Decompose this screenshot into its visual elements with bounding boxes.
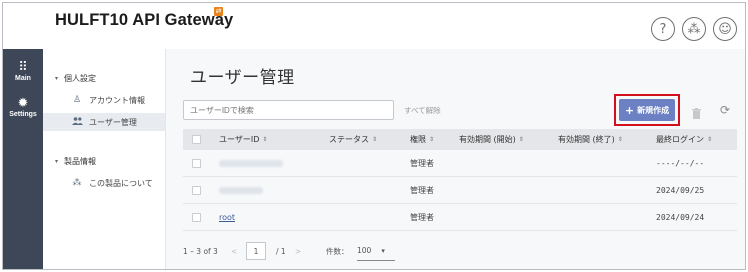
rail-item-settings[interactable]: ✹ Settings <box>3 97 43 118</box>
rail-item-label: Main <box>15 75 31 82</box>
nav-section-personal[interactable]: ▾ 個人設定 <box>55 73 96 84</box>
last-login-cell: 2024/09/25 <box>656 185 705 195</box>
nav-item-account-info[interactable]: ♙ アカウント情報 <box>43 91 165 109</box>
nav-item-label: アカウント情報 <box>89 95 145 105</box>
create-new-button[interactable]: + 新規作成 <box>619 99 675 121</box>
next-page-icon[interactable]: > <box>295 241 301 261</box>
user-icon[interactable]: ☺ <box>713 17 737 41</box>
app-title: HULFT10 API Gateway <box>55 11 234 29</box>
page-range: 1 – 3 of 3 <box>183 246 218 256</box>
app-header: HULFT10 API Gateway ⇄ ? ⁂ ☺ <box>3 3 745 49</box>
row-checkbox[interactable] <box>192 158 201 168</box>
users-icon <box>71 116 83 128</box>
page-size-select[interactable]: 100 ▾ <box>357 241 395 261</box>
settings-nav: ▾ 個人設定 ♙ アカウント情報 ユーザー管理 ▾ 製品情報 ⁂ この製品につい… <box>43 49 166 269</box>
left-rail: ⠿ Main ✹ Settings <box>3 49 43 269</box>
last-login-cell: ----/--/-- <box>656 158 705 168</box>
sort-icon: ⇕ <box>429 136 435 143</box>
select-all-checkbox[interactable] <box>192 129 201 150</box>
chevron-down-icon: ▾ <box>55 158 59 165</box>
nav-section-label: 個人設定 <box>64 74 97 83</box>
sort-icon: ⇕ <box>617 136 623 143</box>
nav-item-about[interactable]: ⁂ この製品について <box>43 174 165 192</box>
role-cell: 管理者 <box>410 185 434 195</box>
current-page-input[interactable]: 1 <box>246 242 266 260</box>
plus-icon: + <box>624 103 635 117</box>
user-id-link[interactable]: root <box>219 213 235 222</box>
nav-item-label: この製品について <box>89 178 153 188</box>
column-header-role[interactable]: 権限 ⇕ <box>410 129 434 150</box>
column-header-end[interactable]: 有効期間 (終了) ⇕ <box>558 129 623 150</box>
user-id-obscured[interactable] <box>219 159 283 167</box>
chevron-down-icon: ▾ <box>55 75 59 82</box>
pagination: 1 – 3 of 3 < 1 / 1 > 件数： 100 ▾ <box>183 241 483 261</box>
sort-icon: ⇕ <box>518 136 524 143</box>
gear-icon: ✹ <box>17 96 29 111</box>
nav-item-label: ユーザー管理 <box>89 117 137 127</box>
swap-icon: ⇄ <box>214 7 223 16</box>
clear-all-link[interactable]: すべて解除 <box>404 105 441 116</box>
sort-icon: ⇕ <box>707 136 713 143</box>
table-header: ユーザーID ⇕ ステータス ⇕ 権限 ⇕ 有効期間 (開始) ⇕ 有効期間 (終了) ⇕… <box>183 129 737 150</box>
column-header-start[interactable]: 有効期間 (開始) ⇕ <box>459 129 524 150</box>
sort-icon: ⇕ <box>372 136 378 143</box>
last-login-cell: 2024/09/24 <box>656 212 705 222</box>
apps-icon[interactable]: ⁂ <box>682 17 706 41</box>
sort-icon: ⇕ <box>262 136 268 143</box>
apps-icon: ⁂ <box>72 178 82 188</box>
trash-icon[interactable] <box>692 104 701 119</box>
main-content: ユーザー管理 すべて解除 + 新規作成 ⟳ ユーザーID⇕ ステータス⇕ 権限⇕… <box>166 49 745 269</box>
column-header-user-id[interactable]: ユーザーID ⇕ <box>219 129 267 150</box>
app-window: HULFT10 API Gateway ⇄ ? ⁂ ☺ ⠿ Main ✹ Set… <box>2 2 746 270</box>
column-header-status[interactable]: ステータス ⇕ <box>329 129 377 150</box>
nav-section-label: 製品情報 <box>64 157 97 166</box>
nav-section-product[interactable]: ▾ 製品情報 <box>55 156 96 167</box>
chevron-down-icon: ▾ <box>381 246 385 255</box>
table-row[interactable]: 管理者 2024/09/25 <box>183 177 737 204</box>
user-outline-icon: ♙ <box>72 95 82 105</box>
nav-item-user-management[interactable]: ユーザー管理 <box>43 113 165 131</box>
search-input[interactable] <box>183 100 394 120</box>
help-icon[interactable]: ? <box>651 17 675 41</box>
role-cell: 管理者 <box>410 212 434 222</box>
rail-item-label: Settings <box>9 111 37 118</box>
users-table: ユーザーID ⇕ ステータス ⇕ 権限 ⇕ 有効期間 (開始) ⇕ 有効期間 (終了) ⇕… <box>183 129 737 231</box>
user-id-obscured[interactable] <box>219 186 263 194</box>
rail-item-main[interactable]: ⠿ Main <box>3 61 43 82</box>
row-checkbox[interactable] <box>192 185 201 195</box>
row-checkbox[interactable] <box>192 212 201 222</box>
page-size-value: 100 <box>357 246 372 255</box>
role-cell: 管理者 <box>410 158 434 168</box>
table-row[interactable]: root 管理者 2024/09/24 <box>183 204 737 231</box>
table-row[interactable]: 管理者 ----/--/-- <box>183 150 737 177</box>
refresh-icon[interactable]: ⟳ <box>720 103 730 117</box>
column-header-last-login[interactable]: 最終ログイン ⇕ <box>656 129 712 150</box>
page-title: ユーザー管理 <box>190 68 295 88</box>
prev-page-icon[interactable]: < <box>231 241 237 261</box>
grid-icon: ⠿ <box>18 60 28 75</box>
page-size-label: 件数： <box>326 246 349 256</box>
total-pages: / 1 <box>276 246 286 256</box>
create-new-label: 新規作成 <box>637 105 670 115</box>
